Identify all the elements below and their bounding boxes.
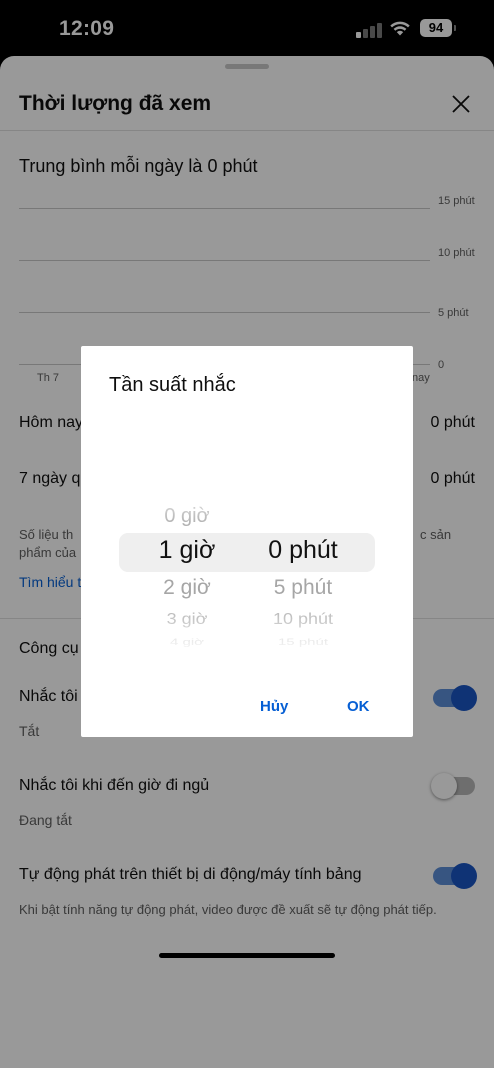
hour-option[interactable]: 2 giờ: [137, 576, 237, 600]
hour-option[interactable]: 3 giờ: [137, 611, 237, 629]
minute-option[interactable]: 15 phút: [253, 637, 353, 647]
cancel-button[interactable]: Hủy: [260, 698, 288, 715]
ok-button[interactable]: OK: [347, 698, 370, 715]
minute-option[interactable]: 5 phút: [253, 576, 353, 600]
minute-option-selected[interactable]: 0 phút: [253, 536, 353, 565]
minute-option[interactable]: 10 phút: [253, 611, 353, 629]
hour-option[interactable]: 0 giờ: [137, 505, 237, 528]
hour-option[interactable]: 4 giờ: [137, 637, 237, 647]
hour-option-selected[interactable]: 1 giờ: [137, 536, 237, 565]
time-picker[interactable]: 0 giờ 1 giờ 2 giờ 3 giờ 4 giờ 0 phút 5 p…: [81, 486, 413, 656]
reminder-frequency-dialog: Tần suất nhắc 0 giờ 1 giờ 2 giờ 3 giờ 4 …: [81, 346, 413, 737]
dialog-title: Tần suất nhắc: [109, 374, 236, 396]
